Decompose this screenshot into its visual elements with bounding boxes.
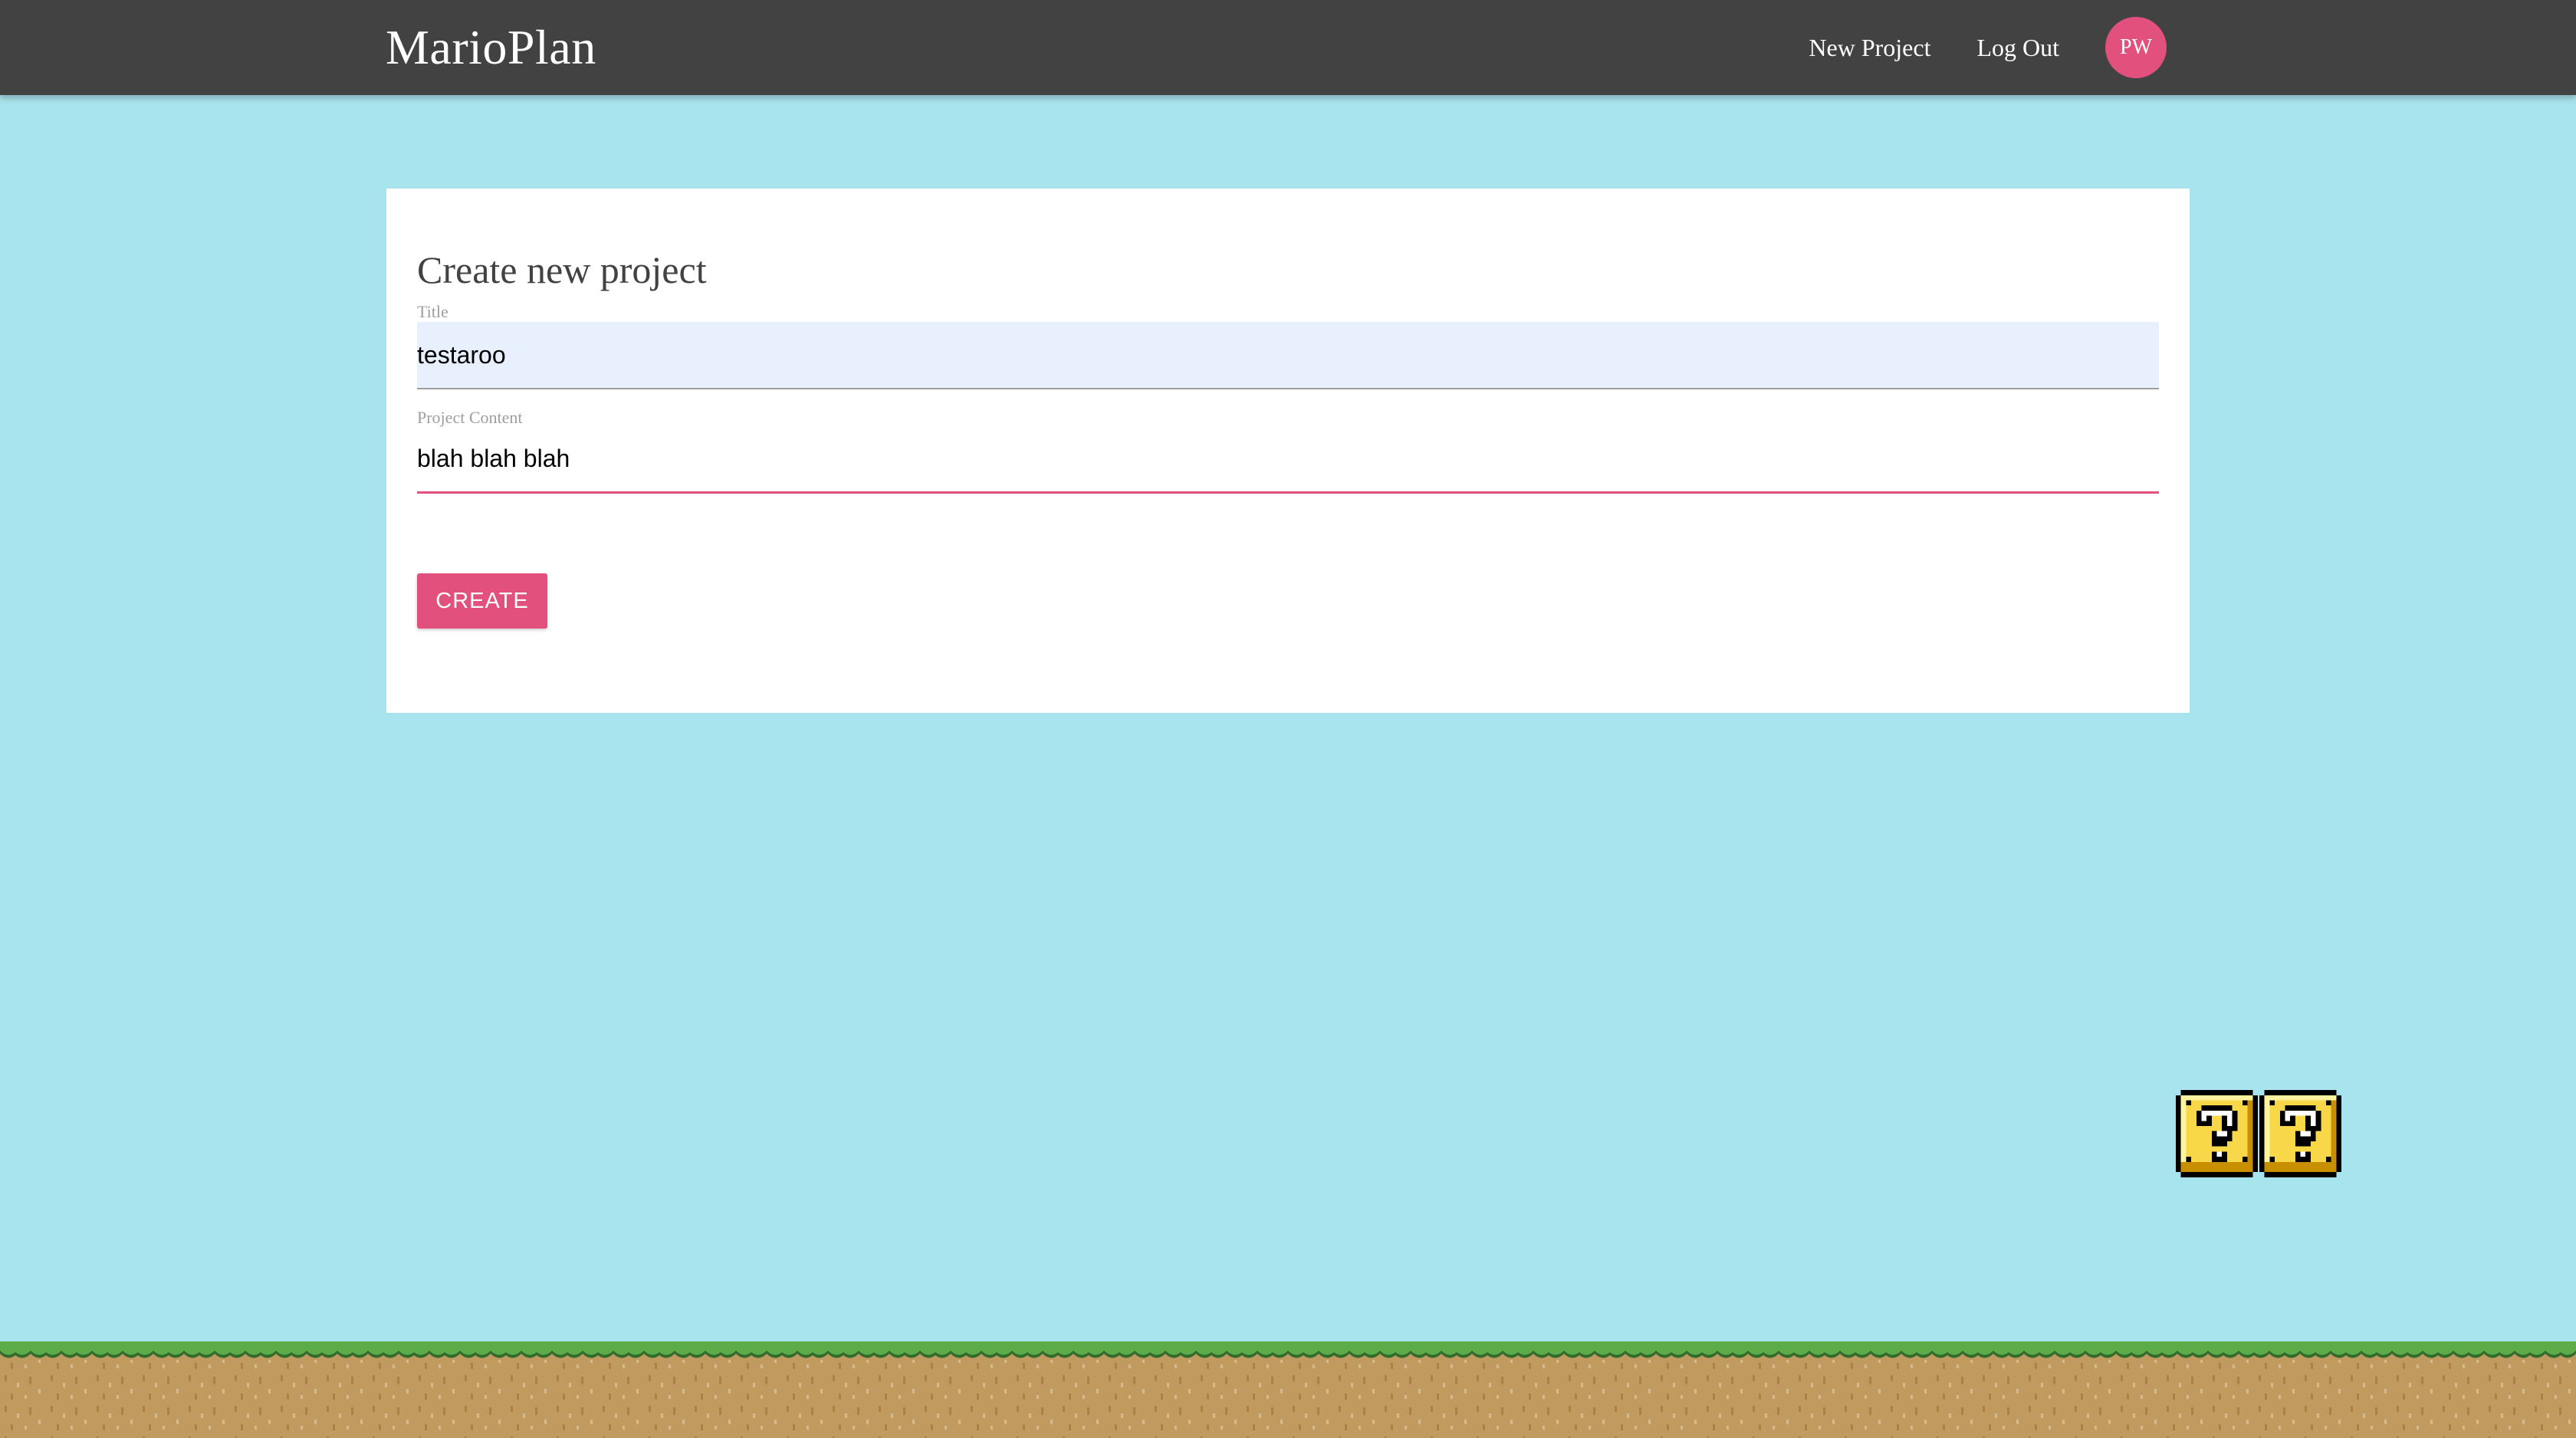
avatar[interactable]: PW [2105,17,2167,78]
grass-ground [0,1341,2576,1438]
create-button[interactable]: CREATE [417,573,547,629]
new-project-link[interactable]: New Project [1809,34,1930,62]
navbar: MarioPlan New Project Log Out PW [0,0,2576,95]
question-block-icon [2176,1090,2258,1177]
form-heading: Create new project [417,248,707,291]
brand-logo[interactable]: MarioPlan [386,17,596,78]
create-project-card: Create new project Title Project Content… [386,189,2190,713]
question-blocks [2176,1088,2343,1180]
log-out-link[interactable]: Log Out [1976,34,2059,62]
content-input[interactable] [417,426,2159,494]
title-input[interactable] [417,322,2159,389]
title-label: Title [417,302,449,321]
content-label: Project Content [417,408,523,427]
nav-links: New Project Log Out PW [1809,15,2167,80]
question-block-icon [2259,1090,2341,1177]
